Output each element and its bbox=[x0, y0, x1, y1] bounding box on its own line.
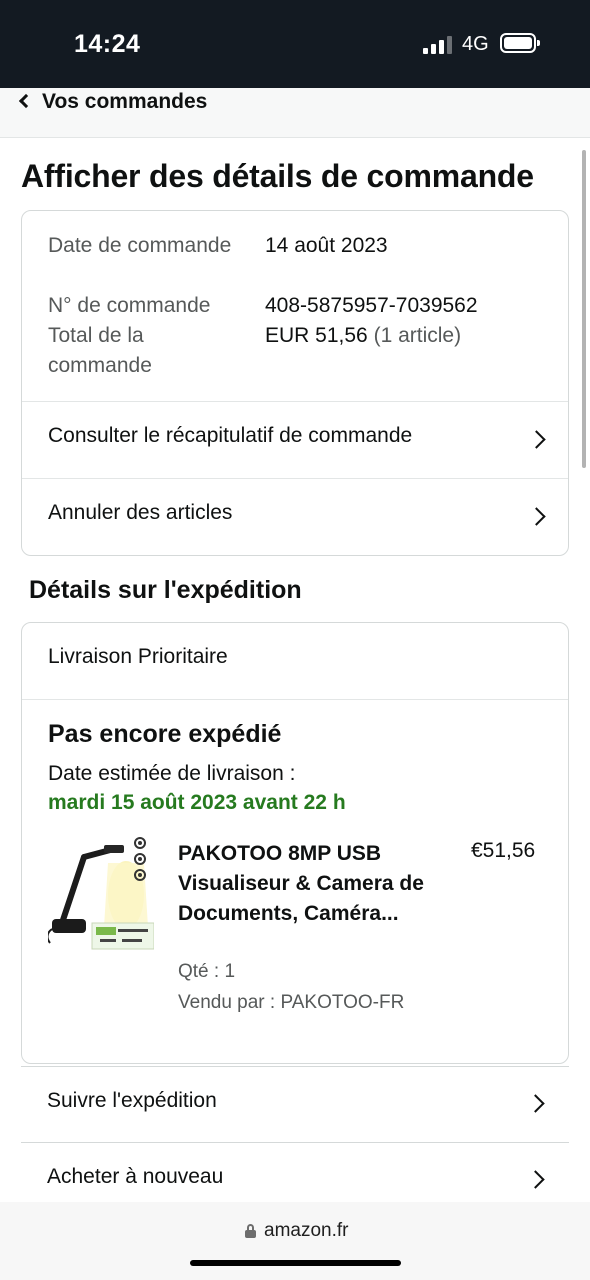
order-item-count: (1 article) bbox=[373, 324, 462, 347]
browser-address-bar[interactable]: amazon.fr bbox=[0, 1202, 590, 1280]
browser-domain[interactable]: amazon.fr bbox=[264, 1220, 348, 1242]
product-image[interactable] bbox=[48, 835, 154, 959]
lock-icon bbox=[245, 1224, 256, 1238]
cancel-items-label: Annuler des articles bbox=[48, 501, 233, 524]
order-date-value: 14 août 2023 bbox=[265, 234, 388, 257]
order-total-label: Total de la commande bbox=[48, 324, 152, 377]
network-type: 4G bbox=[462, 33, 489, 55]
cellular-signal-icon bbox=[423, 36, 453, 54]
chevron-right-icon bbox=[527, 507, 546, 526]
order-date-label: Date de commande bbox=[48, 234, 232, 257]
chevron-right-icon bbox=[526, 1094, 545, 1113]
order-total: EUR 51,56 (1 article) bbox=[265, 321, 461, 351]
track-shipment-button[interactable]: Suivre l'expédition bbox=[21, 1066, 569, 1142]
home-indicator[interactable] bbox=[190, 1260, 401, 1266]
product-quantity: Qté : 1 bbox=[178, 961, 236, 982]
product-price: €51,56 bbox=[471, 839, 536, 862]
order-number-value: 408-5875957-7039562 bbox=[265, 294, 478, 317]
chevron-right-icon bbox=[526, 1170, 545, 1189]
chevron-right-icon bbox=[527, 430, 546, 449]
order-total-value: EUR 51,56 bbox=[265, 324, 368, 347]
order-summary-card: Date de commande 14 août 2023 N° de comm… bbox=[21, 210, 569, 556]
divider bbox=[22, 699, 568, 700]
page-title: Afficher des détails de commande bbox=[21, 158, 534, 194]
cancel-items-link[interactable]: Annuler des articles bbox=[22, 479, 568, 555]
scrollbar[interactable] bbox=[582, 150, 586, 468]
back-nav-bar[interactable]: Vos commandes bbox=[0, 88, 590, 138]
order-recap-link[interactable]: Consulter le récapitulatif de commande bbox=[22, 402, 568, 478]
shipping-details-heading: Détails sur l'expédition bbox=[29, 576, 302, 604]
buy-again-label: Acheter à nouveau bbox=[47, 1165, 224, 1188]
status-bar: 14:24 4G bbox=[0, 0, 590, 88]
order-number-label: N° de commande bbox=[48, 294, 211, 317]
shipment-card: Livraison Prioritaire Pas encore expédié… bbox=[21, 622, 569, 1064]
product-title-link[interactable]: PAKOTOO 8MP USB Visualiseur & Camera de … bbox=[178, 839, 428, 929]
eta-label: Date estimée de livraison : bbox=[48, 762, 296, 785]
battery-icon bbox=[500, 33, 540, 53]
shipment-status: Pas encore expédié bbox=[48, 720, 282, 748]
order-recap-label: Consulter le récapitulatif de commande bbox=[48, 424, 413, 447]
eta-date: mardi 15 août 2023 avant 22 h bbox=[48, 791, 346, 814]
track-shipment-label: Suivre l'expédition bbox=[47, 1089, 217, 1112]
chevron-left-icon bbox=[18, 93, 34, 109]
status-time: 14:24 bbox=[74, 30, 141, 58]
product-seller: Vendu par : PAKOTOO-FR bbox=[178, 992, 405, 1013]
shipping-method: Livraison Prioritaire bbox=[48, 645, 228, 668]
back-link-orders[interactable]: Vos commandes bbox=[42, 90, 207, 114]
